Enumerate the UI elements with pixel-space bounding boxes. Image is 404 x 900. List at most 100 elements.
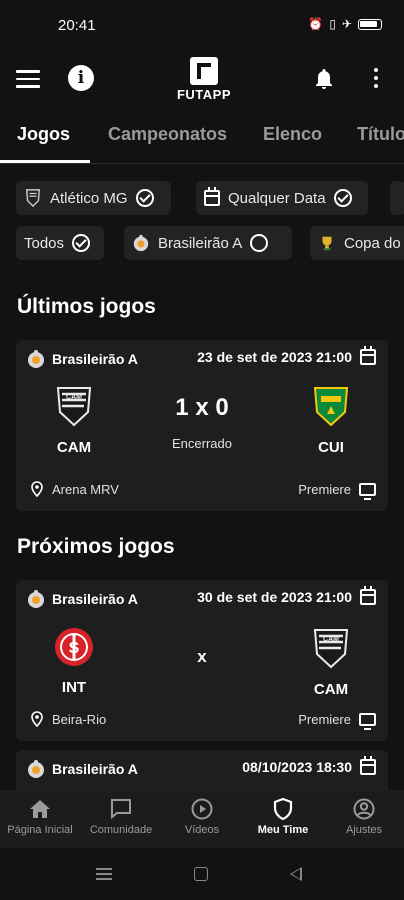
match-versus: x <box>197 647 207 666</box>
match-competition-label: Brasileirão A <box>52 761 138 777</box>
match-broadcaster-label: Premiere <box>298 712 351 727</box>
away-team[interactable]: CAM CAM <box>286 626 376 698</box>
calendar-icon <box>360 586 376 605</box>
bell-icon[interactable] <box>312 67 336 96</box>
shield-icon <box>273 798 293 820</box>
match-datetime-label: 30 de set de 2023 21:00 <box>197 589 352 605</box>
calendar-icon <box>360 756 376 775</box>
match-broadcaster-label: Premiere <box>298 482 351 497</box>
match-card[interactable]: Brasileirão A 08/10/2023 18:30 <box>16 750 388 790</box>
logo-mark-icon <box>190 57 218 85</box>
nav-item-videos[interactable]: Vídeos <box>162 798 242 836</box>
nav-item-my-team-label: Meu Time <box>257 824 309 836</box>
back-icon[interactable] <box>290 867 302 881</box>
match-competition: Brasileirão A <box>26 349 138 369</box>
vibrate-icon: ▯ <box>329 17 336 31</box>
match-competition-label: Brasileirão A <box>52 591 138 607</box>
svg-text:CAM: CAM <box>323 636 339 643</box>
filter-chip-brasileirao[interactable]: Brasileirão A <box>124 226 292 260</box>
atletico-crest-icon: CAM <box>56 387 92 427</box>
nav-item-videos-label: Vídeos <box>184 824 220 836</box>
check-circle-icon <box>72 234 91 252</box>
filter-chip-copa[interactable]: Copa do Brasil <box>310 226 404 260</box>
competition-icon <box>28 590 44 608</box>
tv-icon <box>359 483 376 500</box>
match-card[interactable]: Brasileirão A 23 de set de 2023 21:00 CA… <box>16 340 388 511</box>
match-competition: Brasileirão A <box>26 589 138 609</box>
atletico-crest-icon: CAM <box>313 629 349 669</box>
play-icon <box>191 798 213 820</box>
competition-icon <box>28 760 44 778</box>
alarm-icon: ⏰ <box>308 17 324 31</box>
location-pin-icon <box>31 481 43 497</box>
match-status: Encerrado <box>172 436 232 451</box>
match-datetime-label: 23 de set de 2023 21:00 <box>197 349 352 365</box>
tabs-divider <box>0 163 404 164</box>
filter-chip-team[interactable]: Atlético MG <box>16 181 171 215</box>
home-team[interactable]: S INT <box>29 626 119 696</box>
check-circle-icon <box>135 189 154 207</box>
nav-item-settings[interactable]: Ajustes <box>324 798 404 836</box>
filter-chip-date-label: Qualquer Data <box>228 189 326 207</box>
chat-icon <box>111 799 131 820</box>
match-competition: Brasileirão A <box>26 759 138 779</box>
match-card[interactable]: Brasileirão A 30 de set de 2023 21:00 S … <box>16 580 388 741</box>
more-options-icon[interactable] <box>366 66 386 90</box>
home-team[interactable]: CAM CAM <box>29 384 119 456</box>
match-datetime: 30 de set de 2023 21:00 <box>197 586 376 605</box>
filter-chip-date[interactable]: Qualquer Data <box>196 181 368 215</box>
cuiaba-crest-icon <box>313 387 349 427</box>
away-team-name: CUI <box>318 439 344 456</box>
filter-chip-todos[interactable]: Todos <box>16 226 104 260</box>
home-button-icon[interactable] <box>194 867 208 881</box>
section-title-next-games: Próximos jogos <box>17 535 175 558</box>
system-nav-bar <box>0 848 404 900</box>
nav-item-settings-label: Ajustes <box>345 824 383 836</box>
nav-item-community-label: Comunidade <box>89 824 153 836</box>
check-circle-icon <box>333 189 352 207</box>
home-team-name: CAM <box>56 439 92 456</box>
away-team[interactable]: CUI <box>286 384 376 456</box>
user-settings-icon <box>353 798 375 820</box>
competition-icon <box>133 234 149 252</box>
away-team-name: CAM <box>313 681 349 698</box>
internacional-crest-icon: S <box>55 628 93 666</box>
filter-chip-partial[interactable] <box>390 181 404 215</box>
tab-titulos[interactable]: Títulos <box>357 124 404 145</box>
home-team-name: INT <box>61 679 87 696</box>
battery-icon <box>358 18 382 30</box>
app-bar: i FUTAPP <box>0 52 404 110</box>
tab-elenco[interactable]: Elenco <box>263 124 322 145</box>
recents-icon[interactable] <box>96 868 112 880</box>
info-icon[interactable]: i <box>68 65 94 91</box>
svg-text:CAM: CAM <box>66 394 82 401</box>
nav-item-my-team[interactable]: Meu Time <box>243 798 323 836</box>
match-broadcaster: Premiere <box>298 712 376 730</box>
nav-item-community[interactable]: Comunidade <box>81 798 161 836</box>
match-venue: Beira-Rio <box>30 711 106 727</box>
match-score: 1 x 0 <box>175 394 229 421</box>
team-crest-icon <box>25 189 41 208</box>
filter-chip-brasileirao-label: Brasileirão A <box>158 234 243 252</box>
match-venue: Arena MRV <box>30 481 119 497</box>
tab-bar: Jogos Campeonatos Elenco Títulos <box>0 110 404 164</box>
airplane-icon: ✈ <box>341 17 352 31</box>
location-pin-icon <box>31 711 43 727</box>
logo-text: FUTAPP <box>176 87 232 102</box>
calendar-icon <box>360 346 376 365</box>
match-datetime: 08/10/2023 18:30 <box>242 756 376 775</box>
match-datetime: 23 de set de 2023 21:00 <box>197 346 376 365</box>
tab-jogos[interactable]: Jogos <box>17 124 70 145</box>
section-title-last-games: Últimos jogos <box>17 295 156 318</box>
match-broadcaster: Premiere <box>298 482 376 500</box>
menu-icon[interactable] <box>16 70 40 88</box>
match-venue-label: Arena MRV <box>52 481 119 497</box>
nav-item-home[interactable]: Página Inicial <box>0 798 80 836</box>
tab-campeonatos[interactable]: Campeonatos <box>108 124 227 145</box>
match-venue-label: Beira-Rio <box>52 711 107 727</box>
tv-icon <box>359 713 376 730</box>
filter-chip-team-label: Atlético MG <box>50 189 128 207</box>
competition-icon <box>28 350 44 368</box>
status-time: 20:41 <box>58 17 96 34</box>
empty-circle-icon <box>250 234 269 252</box>
